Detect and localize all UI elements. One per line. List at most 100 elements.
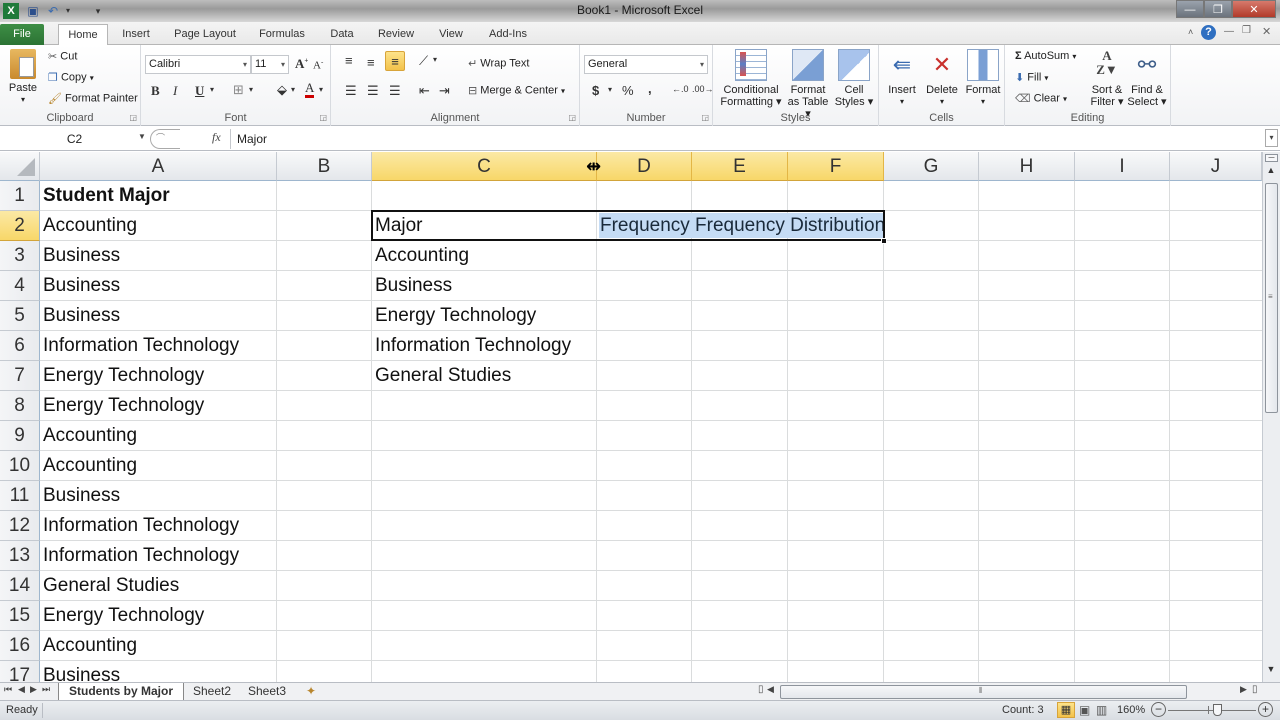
font-color-dropdown-icon[interactable]: ▾ — [319, 85, 323, 94]
row-header-14[interactable]: 14 — [0, 571, 40, 601]
cell-a5[interactable]: Business — [40, 301, 120, 331]
format-painter-button[interactable]: 🖌 Format Painter — [48, 92, 138, 105]
currency-dropdown-icon[interactable]: ▾ — [608, 85, 612, 94]
decrease-decimal-icon[interactable]: .00→ — [692, 84, 714, 94]
find-select-button[interactable]: ⚯ Find & Select ▾ — [1127, 49, 1167, 108]
tab-data[interactable]: Data — [323, 24, 361, 45]
vertical-scroll-thumb[interactable]: ≡ — [1265, 183, 1278, 413]
cell-a13[interactable]: Information Technology — [40, 541, 239, 571]
cell-a11[interactable]: Business — [40, 481, 120, 511]
close-button[interactable]: ✕ — [1232, 0, 1276, 18]
column-header-a[interactable]: A — [40, 152, 277, 181]
row-header-9[interactable]: 9 — [0, 421, 40, 451]
tab-file[interactable]: File — [0, 24, 44, 45]
tab-view[interactable]: View — [432, 24, 470, 45]
column-header-i[interactable]: I — [1075, 152, 1170, 181]
column-header-c[interactable]: C — [372, 152, 597, 181]
prev-sheet-icon[interactable]: ◀ — [18, 684, 25, 695]
copy-dropdown-icon[interactable]: ▾ — [90, 73, 94, 82]
insert-cells-button[interactable]: ⇚ Insert ▾ — [883, 49, 921, 108]
workbook-minimize-icon[interactable]: — — [1224, 26, 1234, 37]
cell-c5[interactable]: Energy Technology — [372, 301, 536, 331]
sheet-tab-sheet3[interactable]: Sheet3 — [238, 683, 296, 700]
format-cells-button[interactable]: Format ▾ — [963, 49, 1003, 108]
underline-dropdown-icon[interactable]: ▾ — [210, 85, 214, 94]
name-box-dropdown-icon[interactable]: ▼ — [138, 132, 146, 141]
number-launcher-icon[interactable]: ◲ — [701, 113, 709, 122]
conditional-formatting-button[interactable]: Conditional Formatting ▾ — [719, 49, 783, 108]
expand-formula-bar-icon[interactable]: ▾ — [1265, 129, 1278, 147]
row-header-17[interactable]: 17 — [0, 661, 40, 682]
borders-dropdown-icon[interactable]: ▾ — [249, 85, 253, 94]
tab-page-layout[interactable]: Page Layout — [170, 24, 240, 45]
fill-color-icon[interactable]: ⬙ — [277, 82, 287, 98]
zoom-slider-thumb[interactable] — [1213, 704, 1222, 716]
paste-dropdown-icon[interactable]: ▾ — [6, 94, 40, 106]
row-header-13[interactable]: 13 — [0, 541, 40, 571]
sheet-tab-students-by-major[interactable]: Students by Major — [58, 683, 185, 700]
format-dropdown-icon[interactable]: ▾ — [963, 96, 1003, 108]
currency-button[interactable]: $ — [592, 83, 599, 98]
cell-a17[interactable]: Business — [40, 661, 120, 682]
increase-decimal-icon[interactable]: ←.0 — [672, 84, 689, 94]
last-sheet-icon[interactable]: ⏭ — [42, 684, 50, 695]
restore-button[interactable]: ❐ — [1204, 0, 1232, 18]
row-header-8[interactable]: 8 — [0, 391, 40, 421]
cell-a2[interactable]: Accounting — [40, 211, 137, 241]
comma-button[interactable]: , — [648, 81, 652, 96]
wrap-text-button[interactable]: ↵ Wrap Text — [468, 57, 529, 70]
merge-center-button[interactable]: ⊟ Merge & Center ▾ — [468, 84, 565, 97]
fill-dropdown-icon[interactable]: ▾ — [1044, 73, 1048, 82]
insert-function-icon[interactable]: fx — [212, 130, 221, 145]
cell-a12[interactable]: Information Technology — [40, 511, 239, 541]
fill-color-dropdown-icon[interactable]: ▾ — [291, 85, 295, 94]
select-all-button[interactable] — [0, 152, 40, 181]
split-box[interactable]: — — [1265, 154, 1278, 162]
normal-view-icon[interactable]: ▦ — [1057, 702, 1075, 718]
clear-dropdown-icon[interactable]: ▾ — [1063, 94, 1067, 103]
workbook-close-icon[interactable]: ✕ — [1262, 25, 1271, 38]
row-header-15[interactable]: 15 — [0, 601, 40, 631]
bold-button[interactable]: B — [151, 83, 160, 99]
minimize-button[interactable]: — — [1176, 0, 1204, 18]
cell-c3[interactable]: Accounting — [372, 241, 469, 271]
horizontal-split-box[interactable]: ▯ — [1252, 684, 1258, 695]
cell-styles-button[interactable]: Cell Styles ▾ — [833, 49, 875, 108]
orientation-dropdown-icon[interactable]: ▾ — [433, 55, 437, 64]
shrink-font-icon[interactable]: A- — [313, 58, 323, 72]
fill-handle[interactable] — [881, 238, 887, 244]
cell-c4[interactable]: Business — [372, 271, 452, 301]
merge-dropdown-icon[interactable]: ▾ — [561, 86, 565, 95]
page-layout-view-icon[interactable]: ▣ — [1079, 703, 1090, 717]
font-name-select[interactable]: Calibri ▾ — [145, 55, 251, 74]
page-break-view-icon[interactable]: ▥ — [1096, 703, 1107, 717]
insert-worksheet-icon[interactable]: ✦ — [296, 683, 326, 700]
cell-a16[interactable]: Accounting — [40, 631, 137, 661]
autosum-dropdown-icon[interactable]: ▾ — [1072, 52, 1076, 61]
orientation-icon[interactable]: ⟋ — [419, 53, 428, 69]
paste-button[interactable]: Paste ▾ — [6, 49, 40, 106]
cell-a4[interactable]: Business — [40, 271, 120, 301]
zoom-level[interactable]: 160% — [1117, 704, 1145, 716]
cell-a6[interactable]: Information Technology — [40, 331, 239, 361]
align-left-icon[interactable]: ☰ — [345, 83, 357, 99]
tab-insert[interactable]: Insert — [115, 24, 157, 45]
align-bottom-icon[interactable]: ≡ — [385, 51, 405, 71]
number-format-select[interactable]: General ▾ — [584, 55, 708, 74]
cell-a15[interactable]: Energy Technology — [40, 601, 204, 631]
row-header-11[interactable]: 11 — [0, 481, 40, 511]
tab-formulas[interactable]: Formulas — [253, 24, 311, 45]
clipboard-launcher-icon[interactable]: ◲ — [129, 113, 137, 122]
row-header-3[interactable]: 3 — [0, 241, 40, 271]
format-as-table-button[interactable]: Format as Table ▾ — [785, 49, 831, 120]
cell-a1[interactable]: Student Major — [40, 181, 170, 211]
workbook-restore-icon[interactable]: ❐ — [1242, 25, 1251, 36]
next-sheet-icon[interactable]: ▶ — [30, 684, 37, 695]
column-header-d[interactable]: D — [597, 152, 692, 181]
tab-split-handle[interactable]: ▯ — [758, 684, 764, 695]
scroll-left-arrow-icon[interactable]: ◀ — [767, 684, 774, 695]
row-header-5[interactable]: 5 — [0, 301, 40, 331]
cell-c6[interactable]: Information Technology — [372, 331, 571, 361]
column-header-h[interactable]: H — [979, 152, 1075, 181]
insert-dropdown-icon[interactable]: ▾ — [883, 96, 921, 108]
